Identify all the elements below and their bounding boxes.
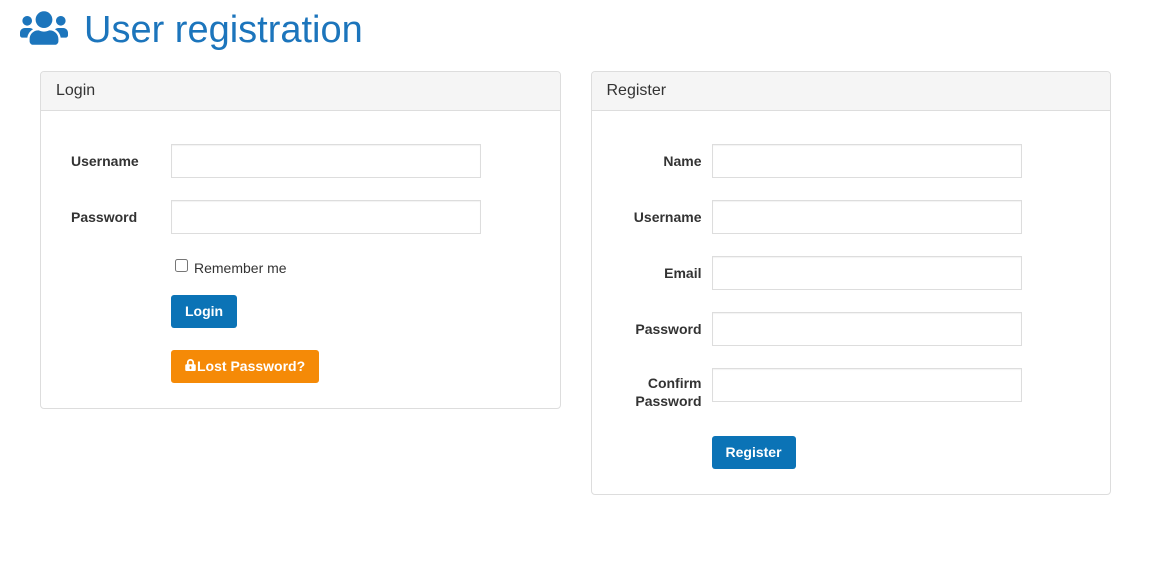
register-username-label: Username	[622, 209, 712, 225]
register-panel: Register Name Username Email	[591, 71, 1112, 495]
register-name-input[interactable]	[712, 144, 1022, 178]
register-name-label: Name	[622, 153, 712, 169]
page-title: User registration	[84, 11, 363, 49]
register-heading: Register	[592, 72, 1111, 111]
page-header: User registration	[20, 0, 1131, 51]
remember-me-checkbox[interactable]	[175, 259, 188, 272]
login-button[interactable]: Login	[171, 295, 237, 328]
login-password-label: Password	[71, 209, 171, 225]
register-email-input[interactable]	[712, 256, 1022, 290]
login-username-input[interactable]	[171, 144, 481, 178]
remember-me-label[interactable]: Remember me	[194, 260, 287, 276]
register-confirm-label: Confirm Password	[622, 368, 712, 410]
register-button[interactable]: Register	[712, 436, 796, 469]
lost-password-label: Lost Password?	[197, 358, 305, 375]
login-username-label: Username	[71, 153, 171, 169]
login-password-input[interactable]	[171, 200, 481, 234]
register-password-input[interactable]	[712, 312, 1022, 346]
register-username-input[interactable]	[712, 200, 1022, 234]
register-password-label: Password	[622, 321, 712, 337]
register-confirm-input[interactable]	[712, 368, 1022, 402]
lock-icon	[185, 358, 196, 375]
login-heading: Login	[41, 72, 560, 111]
login-panel: Login Username Password Remember me	[40, 71, 561, 409]
users-icon	[20, 8, 68, 51]
register-email-label: Email	[622, 265, 712, 281]
lost-password-button[interactable]: Lost Password?	[171, 350, 319, 383]
